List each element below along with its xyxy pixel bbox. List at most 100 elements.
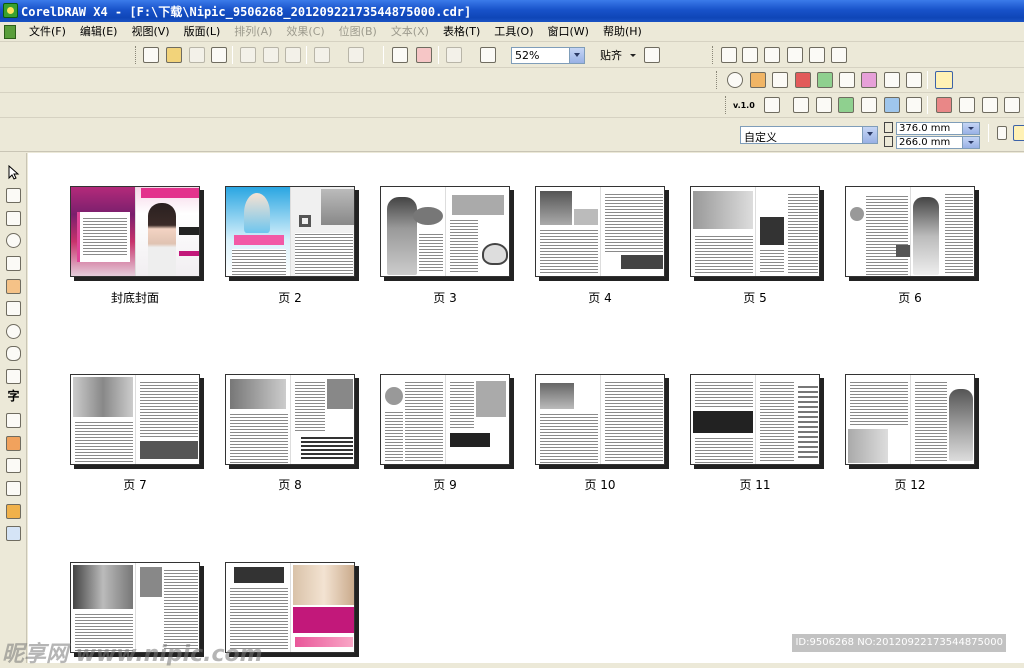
wave-icon[interactable]	[839, 72, 855, 88]
barcode-icon[interactable]	[861, 97, 877, 113]
page-thumbnail-3[interactable]	[380, 186, 510, 277]
page-thumbnail-4[interactable]	[535, 186, 665, 277]
align-icon[interactable]	[721, 47, 737, 63]
cut-icon[interactable]	[240, 47, 256, 63]
portrait-icon[interactable]	[997, 126, 1007, 140]
bitmap-icon[interactable]	[750, 72, 766, 88]
zoom-level-select[interactable]: 52%	[511, 47, 585, 64]
crop-icon[interactable]	[793, 97, 809, 113]
text-tool-icon[interactable]: 字	[6, 390, 21, 405]
document-icon[interactable]	[4, 25, 16, 39]
export-icon[interactable]	[416, 47, 432, 63]
snap-to-button[interactable]: 贴齐	[600, 47, 636, 64]
chevron-down-icon[interactable]	[862, 127, 877, 143]
options-icon[interactable]	[644, 47, 660, 63]
star-icon[interactable]	[884, 72, 900, 88]
page-thumbnail-cover[interactable]	[70, 186, 200, 277]
transform-icon[interactable]	[742, 47, 758, 63]
grid-icon[interactable]	[764, 47, 780, 63]
width-spinner[interactable]	[962, 123, 979, 134]
page-thumbnail-7[interactable]	[70, 374, 200, 465]
save-icon[interactable]	[189, 47, 205, 63]
interactive-fill-tool-icon[interactable]	[6, 526, 21, 541]
toolbar-grip[interactable]	[725, 96, 728, 114]
menu-tools[interactable]: 工具(O)	[487, 25, 540, 39]
menu-text[interactable]: 文本(X)	[384, 25, 436, 39]
open-icon[interactable]	[166, 47, 182, 63]
binary-icon[interactable]	[816, 97, 832, 113]
outline-tool-icon[interactable]	[6, 481, 21, 496]
scan-icon[interactable]	[884, 97, 900, 113]
rectangle-tool-icon[interactable]	[6, 301, 21, 316]
toolbar-grip[interactable]	[712, 46, 715, 64]
zoom-tool-icon[interactable]	[6, 233, 21, 248]
menu-arrange[interactable]: 排列(A)	[227, 25, 279, 39]
page-thumbnail-9[interactable]	[380, 374, 510, 465]
picture-icon[interactable]	[906, 72, 922, 88]
menu-view[interactable]: 视图(V)	[124, 25, 176, 39]
print-icon[interactable]	[211, 47, 227, 63]
title-bar[interactable]: CorelDRAW X4 - [F:\下载\Nipic_9506268_2012…	[0, 0, 1024, 22]
page-size-select[interactable]: 自定义	[740, 126, 878, 144]
contour-icon[interactable]	[727, 72, 743, 88]
ellipse-tool-icon[interactable]	[6, 324, 21, 339]
menu-file[interactable]: 文件(F)	[22, 25, 73, 39]
curve-icon[interactable]	[817, 72, 833, 88]
tools-icon[interactable]	[764, 97, 780, 113]
chevron-down-icon[interactable]	[569, 48, 584, 63]
text-format-icon[interactable]	[831, 47, 847, 63]
pick-tool-icon[interactable]	[6, 164, 21, 180]
polygon-tool-icon[interactable]	[6, 346, 21, 361]
toolbar-grip[interactable]	[716, 71, 719, 89]
link-icon[interactable]	[936, 97, 952, 113]
menu-layout[interactable]: 版面(L)	[177, 25, 228, 39]
page-thumbnail-8[interactable]	[225, 374, 355, 465]
page-width-field[interactable]: 376.0 mm	[896, 122, 980, 135]
application-launcher-icon[interactable]	[446, 47, 462, 63]
basic-shapes-tool-icon[interactable]	[6, 369, 21, 384]
menu-effects[interactable]: 效果(C)	[279, 25, 331, 39]
page-thumbnail-11[interactable]	[690, 374, 820, 465]
page-thumbnail-12[interactable]	[845, 374, 975, 465]
height-spinner[interactable]	[962, 137, 979, 148]
zoom-page-icon[interactable]	[906, 97, 922, 113]
freehand-tool-icon[interactable]	[6, 256, 21, 271]
shape-tool-icon[interactable]	[6, 188, 21, 203]
import-icon[interactable]	[392, 47, 408, 63]
coreldraw-app-icon[interactable]	[3, 3, 18, 18]
polygon-icon[interactable]	[861, 72, 877, 88]
menu-help[interactable]: 帮助(H)	[596, 25, 649, 39]
ruler-icon[interactable]	[809, 47, 825, 63]
eyedropper-tool-icon[interactable]	[6, 458, 21, 473]
welcome-screen-icon[interactable]	[480, 47, 496, 63]
add-object-icon[interactable]	[838, 97, 854, 113]
page-thumbnail-6[interactable]	[845, 186, 975, 277]
interactive-tool-icon[interactable]	[6, 436, 21, 451]
color-palette-icon[interactable]	[795, 72, 811, 88]
landscape-icon[interactable]	[1013, 125, 1024, 141]
page-thumbnail-5[interactable]	[690, 186, 820, 277]
undo-icon[interactable]	[314, 47, 330, 63]
menu-table[interactable]: 表格(T)	[436, 25, 487, 39]
rectangle-frame-icon[interactable]	[772, 72, 788, 88]
menu-edit[interactable]: 编辑(E)	[73, 25, 125, 39]
guidelines-icon[interactable]	[787, 47, 803, 63]
more-tools-icon[interactable]	[1004, 97, 1020, 113]
menu-bitmaps[interactable]: 位图(B)	[332, 25, 384, 39]
smart-fill-tool-icon[interactable]	[6, 279, 21, 294]
paste-icon[interactable]	[285, 47, 301, 63]
new-document-icon[interactable]	[143, 47, 159, 63]
menu-window[interactable]: 窗口(W)	[541, 25, 596, 39]
copy-icon[interactable]	[263, 47, 279, 63]
crop-tool-icon[interactable]	[6, 211, 21, 226]
dotted-grid-icon[interactable]	[959, 97, 975, 113]
toolbar-grip[interactable]	[135, 46, 138, 64]
page-thumbnail-2[interactable]	[225, 186, 355, 277]
crop-page-icon[interactable]	[935, 71, 953, 89]
table-tool-icon[interactable]	[6, 413, 21, 428]
fill-tool-icon[interactable]	[6, 504, 21, 519]
page-height-field[interactable]: 266.0 mm	[896, 136, 980, 149]
page-thumbnail-10[interactable]	[535, 374, 665, 465]
redo-icon[interactable]	[348, 47, 364, 63]
table-icon[interactable]	[982, 97, 998, 113]
